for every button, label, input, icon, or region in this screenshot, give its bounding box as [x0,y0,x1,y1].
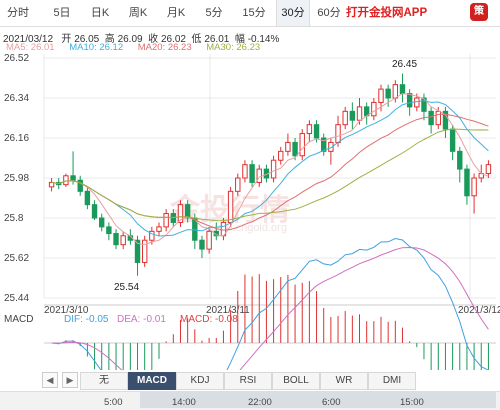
low-annotation: 25.54 [114,282,139,293]
candle-body [70,175,76,181]
macd-legend: MACD [4,314,33,325]
indicator-boll[interactable]: BOLL [272,372,320,390]
candle-body [392,84,399,99]
price-label: 25.98 [4,173,29,184]
candle-body [378,88,384,103]
candle-body [63,175,69,186]
candle-body [206,230,212,250]
next-button[interactable]: ▶ [62,372,78,388]
candle-body [141,239,148,263]
dea-line [51,246,489,370]
candle-body [77,179,83,192]
indicator-无[interactable]: 无 [80,372,128,390]
candle-body [464,168,470,197]
macd-legend: DIF: -0.05 [64,314,109,325]
candle-body [84,190,91,206]
candle-body [399,84,406,95]
prev-button[interactable]: ◀ [42,372,58,388]
candle-body [99,217,105,228]
price-label: 25.62 [4,253,29,264]
candle-body [106,226,112,235]
candle-body [235,177,241,192]
candle-body [270,159,277,179]
candle-body [113,233,119,246]
indicator-dmi[interactable]: DMI [368,372,416,390]
high-annotation: 26.45 [392,59,417,70]
candle-body [199,239,205,250]
candle-body [278,150,284,161]
indicator-macd[interactable]: MACD [128,372,176,390]
indicator-wr[interactable]: WR [320,372,368,390]
candle-body [485,164,492,175]
candle-body [292,141,298,157]
candle-body [313,124,320,139]
candle-body [457,150,463,170]
indicator-kdj[interactable]: KDJ [176,372,224,390]
price-label: 25.8 [4,213,24,224]
candle-body [299,133,305,157]
ma30-line [51,128,489,222]
candle-body [285,141,291,152]
candle-body [385,88,391,99]
macd-legend: MACD: -0.08 [180,314,238,325]
candle-body [414,97,420,108]
candle-body [449,128,456,152]
candle-body [356,106,363,121]
ma10-line [51,100,489,237]
candle-body [184,204,191,219]
candle-body [120,235,126,246]
macd-legend: DEA: -0.01 [117,314,166,325]
ma5-line [51,93,489,246]
time-scroller[interactable] [0,391,500,410]
price-label: 25.44 [4,293,29,304]
candle-body [256,168,262,183]
candle-body [335,124,341,143]
price-label: 26.16 [4,133,29,144]
candle-body [163,213,169,228]
candle-body [227,190,234,223]
candle-body [371,101,377,117]
candle-body [471,177,477,197]
candle-body [428,110,434,126]
candle-body [242,164,248,179]
candle-body [342,110,348,126]
candle-body [406,93,413,108]
candle-body [249,164,255,183]
indicator-rsi[interactable]: RSI [224,372,272,390]
price-label: 26.52 [4,53,29,64]
candle-body [349,110,356,121]
candle-body [91,204,98,219]
candle-body [156,226,162,232]
kline-chart[interactable]: 26.52 26.34 26.16 25.98 25.8 25.62 25.44 26.45 2… [0,0,500,370]
candle-body [435,110,441,126]
candle-body [306,124,313,135]
price-label: 26.34 [4,93,29,104]
